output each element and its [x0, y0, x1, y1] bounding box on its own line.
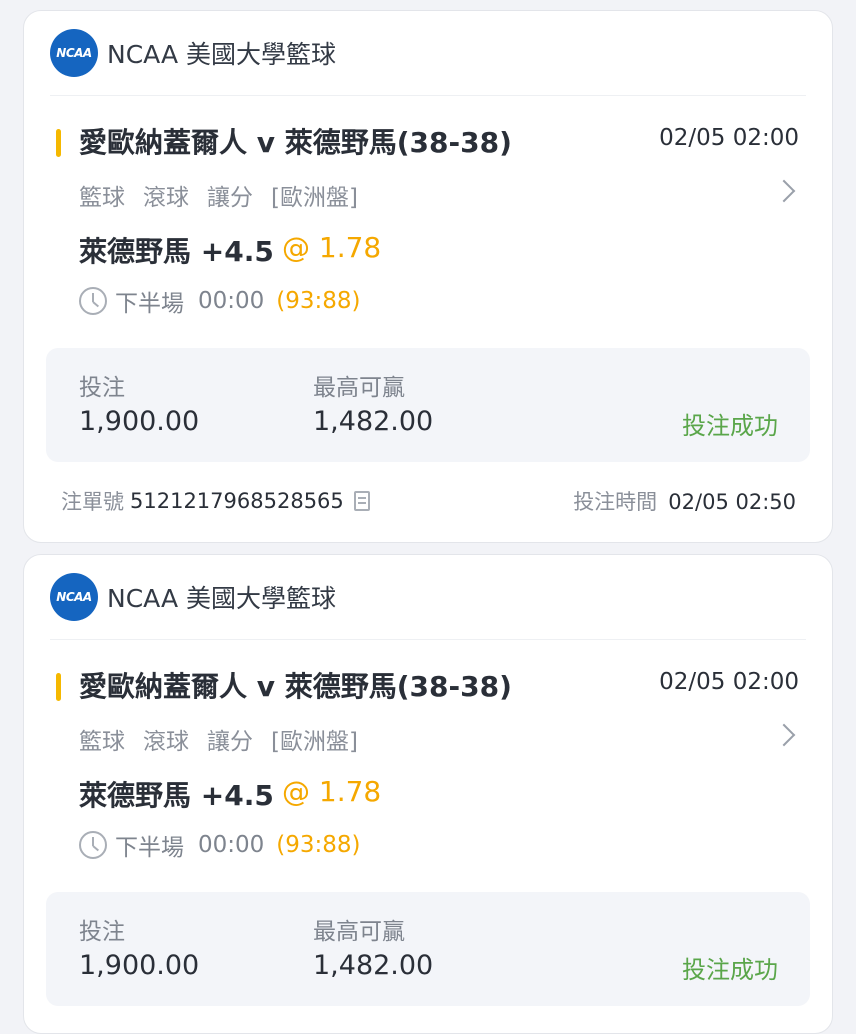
stake-value: 1,900.00 — [79, 406, 200, 437]
clock-icon — [79, 287, 107, 315]
status-badge: 投注成功 — [682, 956, 778, 984]
period: 下半場 — [115, 291, 184, 317]
ticket-label: 注單號 — [61, 490, 124, 514]
ncaa-logo-icon: NCAA — [50, 573, 98, 621]
stake-label: 投注 — [79, 919, 125, 945]
odds-format-label: [歐洲盤] — [271, 185, 358, 211]
game-clock: 00:00 — [198, 288, 265, 314]
bet-type-row: 籃球 滾球 讓分 [歐洲盤] — [79, 722, 358, 756]
max-win-value: 1,482.00 — [313, 950, 434, 981]
market-label: 讓分 — [207, 185, 253, 211]
bet-card: NCAA NCAA 美國大學籃球 愛歐納蓋爾人 v 萊德野馬(38-38) 02… — [23, 10, 833, 543]
match-time: 02/05 02:00 — [659, 669, 799, 695]
stake-value: 1,900.00 — [79, 950, 200, 981]
bet-type-row: 籃球 滾球 讓分 [歐洲盤] — [79, 178, 358, 212]
selection: 萊德野馬 +4.5 — [79, 235, 274, 268]
placed-time: 02/05 02:50 — [668, 490, 796, 514]
accent-bar — [56, 673, 61, 701]
stake-label: 投注 — [79, 375, 125, 401]
copy-icon[interactable] — [353, 491, 370, 511]
placed-time-row: 投注時間 02/05 02:50 — [573, 486, 796, 516]
ticket-row: 注單號 5121217968528565 — [61, 486, 370, 516]
chevron-right-icon[interactable] — [772, 723, 796, 747]
odds-format-label: [歐洲盤] — [271, 729, 358, 755]
period: 下半場 — [115, 835, 184, 861]
odds: @ 1.78 — [282, 775, 382, 808]
ticket-number: 5121217968528565 — [130, 489, 344, 513]
bet-card: NCAA NCAA 美國大學籃球 愛歐納蓋爾人 v 萊德野馬(38-38) 02… — [23, 554, 833, 1034]
clock-icon — [79, 831, 107, 859]
max-win-label: 最高可贏 — [313, 375, 405, 401]
placed-label: 投注時間 — [573, 490, 658, 514]
logo-text: NCAA — [56, 590, 92, 604]
stake-box: 投注 1,900.00 最高可贏 1,482.00 投注成功 — [46, 892, 810, 1006]
sport-label: 籃球 — [79, 729, 125, 755]
live-status-row: 下半場 00:00 (93:88) — [79, 828, 361, 862]
match-title[interactable]: 愛歐納蓋爾人 v 萊德野馬(38-38) — [79, 121, 512, 161]
league-name: NCAA 美國大學籃球 — [107, 40, 337, 69]
league-name: NCAA 美國大學籃球 — [107, 584, 337, 613]
stake-box: 投注 1,900.00 最高可贏 1,482.00 投注成功 — [46, 348, 810, 462]
live-status-row: 下半場 00:00 (93:88) — [79, 284, 361, 318]
mode-label: 滾球 — [143, 185, 189, 211]
league-header: NCAA NCAA 美國大學籃球 — [50, 572, 336, 622]
logo-text: NCAA — [56, 46, 92, 60]
market-label: 讓分 — [207, 729, 253, 755]
divider — [50, 639, 806, 640]
max-win-label: 最高可贏 — [313, 919, 405, 945]
match-title[interactable]: 愛歐納蓋爾人 v 萊德野馬(38-38) — [79, 665, 512, 705]
accent-bar — [56, 129, 61, 157]
chevron-right-icon[interactable] — [772, 179, 796, 203]
live-score: (93:88) — [276, 288, 361, 314]
match-time: 02/05 02:00 — [659, 125, 799, 151]
mode-label: 滾球 — [143, 729, 189, 755]
status-badge: 投注成功 — [682, 412, 778, 440]
divider — [50, 95, 806, 96]
game-clock: 00:00 — [198, 832, 265, 858]
max-win-value: 1,482.00 — [313, 406, 434, 437]
selection: 萊德野馬 +4.5 — [79, 779, 274, 812]
live-score: (93:88) — [276, 832, 361, 858]
odds: @ 1.78 — [282, 231, 382, 264]
sport-label: 籃球 — [79, 185, 125, 211]
ncaa-logo-icon: NCAA — [50, 29, 98, 77]
league-header: NCAA NCAA 美國大學籃球 — [50, 28, 336, 78]
